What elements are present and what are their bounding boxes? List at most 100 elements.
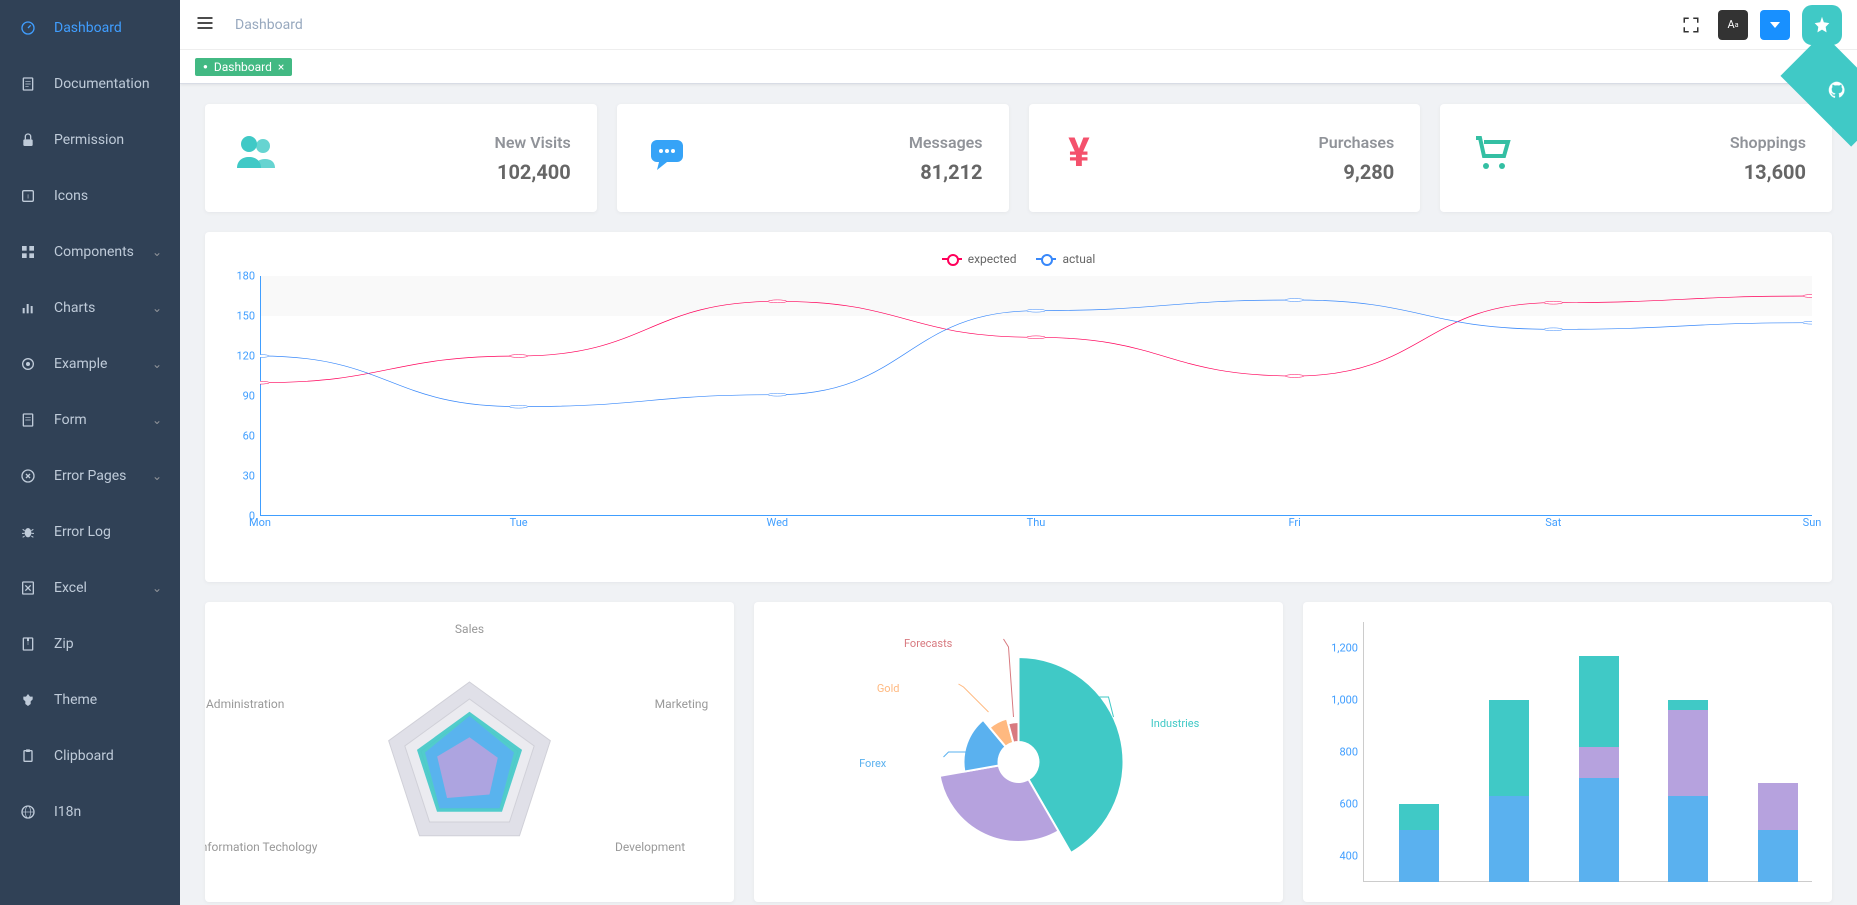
- chevron-down-icon: ⌄: [152, 413, 162, 427]
- stat-label: Shoppings: [1730, 133, 1806, 152]
- grid-icon: [18, 244, 38, 260]
- bar-column: [1399, 804, 1439, 882]
- pie-label: Forex: [859, 757, 886, 770]
- sidebar-item-label: Example: [54, 356, 107, 372]
- bottom-row: SalesMarketingDevelopmentInformation Tec…: [205, 602, 1832, 902]
- font-size-icon[interactable]: Aa: [1718, 10, 1748, 40]
- theme-icon: [18, 692, 38, 708]
- stat-value: 13,600: [1730, 160, 1806, 184]
- pie-label: Gold: [877, 682, 900, 695]
- sidebar-item-label: Icons: [54, 188, 88, 204]
- stat-value: 81,212: [909, 160, 983, 184]
- stat-card-shoppings[interactable]: Shoppings 13,600: [1440, 104, 1832, 212]
- bar-column: [1489, 700, 1529, 882]
- main-content: New Visits 102,400 Messages 81,212 ¥ Purchase…: [180, 84, 1857, 905]
- stats-row: New Visits 102,400 Messages 81,212 ¥ Purchase…: [205, 104, 1832, 212]
- sidebar-item-label: Documentation: [54, 76, 150, 92]
- bar-column: [1579, 656, 1619, 882]
- sidebar-item-label: Permission: [54, 132, 124, 148]
- pie-label: Industries: [1151, 717, 1200, 730]
- sidebar-item-label: I18n: [54, 804, 81, 820]
- radar-chart-panel: SalesMarketingDevelopmentInformation Tec…: [205, 602, 734, 902]
- sidebar-item-theme[interactable]: Theme: [0, 672, 180, 728]
- people-icon: [231, 128, 279, 188]
- sidebar-item-error-pages[interactable]: Error Pages⌄: [0, 448, 180, 504]
- stat-card-purchases[interactable]: ¥ Purchases 9,280: [1029, 104, 1421, 212]
- message-icon: [643, 128, 691, 188]
- x-tick: Wed: [767, 516, 789, 529]
- sidebar-item-label: Form: [54, 412, 87, 428]
- x-tick: Sat: [1545, 516, 1561, 529]
- sidebar-item-label: Excel: [54, 580, 87, 596]
- circle-icon: [18, 356, 38, 372]
- radar-label: Development: [615, 840, 685, 854]
- chevron-down-icon: ⌄: [152, 469, 162, 483]
- sidebar-item-excel[interactable]: Excel ⌄: [0, 560, 180, 616]
- stat-card-new-visits[interactable]: New Visits 102,400: [205, 104, 597, 212]
- 404-icon: [18, 468, 38, 484]
- sidebar-item-charts[interactable]: Charts⌄: [0, 280, 180, 336]
- topbar: Dashboard Aa: [180, 0, 1857, 50]
- tags-bar: Dashboard ×: [180, 50, 1857, 84]
- chevron-down-icon: ⌄: [152, 581, 162, 595]
- chevron-down-icon: ⌄: [152, 357, 162, 371]
- sidebar-item-example[interactable]: Example ⌄: [0, 336, 180, 392]
- y-tick: 30: [225, 470, 255, 483]
- svg-text:¥: ¥: [1068, 129, 1090, 176]
- stat-label: Purchases: [1319, 133, 1395, 152]
- stat-value: 9,280: [1319, 160, 1395, 184]
- legend-item-expected[interactable]: expected: [942, 252, 1017, 266]
- stat-card-messages[interactable]: Messages 81,212: [617, 104, 1009, 212]
- sidebar-item-zip[interactable]: Zip: [0, 616, 180, 672]
- stat-value: 102,400: [495, 160, 571, 184]
- sidebar-item-permission[interactable]: Permission: [0, 112, 180, 168]
- sidebar-item-label: Theme: [54, 692, 97, 708]
- sidebar-item-error-log[interactable]: Error Log: [0, 504, 180, 560]
- sidebar-item-icons[interactable]: i Icons: [0, 168, 180, 224]
- pie-chart-panel: Industries Forex Gold Forecasts: [754, 602, 1283, 902]
- doc-icon: [18, 76, 38, 92]
- pie-label: Forecasts: [904, 637, 952, 650]
- zip-icon: [18, 636, 38, 652]
- sidebar-item-documentation[interactable]: Documentation: [0, 56, 180, 112]
- fullscreen-icon[interactable]: [1676, 10, 1706, 40]
- line-chart-panel: expectedactual 0306090120150180 MonTueWe…: [205, 232, 1832, 582]
- lock-icon: [18, 132, 38, 148]
- line-chart-legend: expected actual: [225, 252, 1812, 266]
- excel-icon: [18, 580, 38, 596]
- tag-dashboard[interactable]: Dashboard ×: [195, 58, 292, 76]
- sidebar-item-form[interactable]: Form ⌄: [0, 392, 180, 448]
- clipboard-icon: [18, 748, 38, 764]
- stat-label: Messages: [909, 133, 983, 152]
- cart-icon: [1466, 128, 1514, 188]
- chevron-down-icon: ⌄: [152, 301, 162, 315]
- sidebar-item-clipboard[interactable]: Clipboard: [0, 728, 180, 784]
- sidebar-item-dashboard[interactable]: Dashboard: [0, 0, 180, 56]
- sidebar-item-components[interactable]: Components ⌄: [0, 224, 180, 280]
- bar-y-tick: 400: [1318, 850, 1358, 863]
- y-tick: 120: [225, 350, 255, 363]
- svg-text:i: i: [27, 193, 29, 201]
- dashboard-icon: [18, 20, 38, 36]
- sidebar-item-label: Zip: [54, 636, 74, 652]
- chart-icon: [18, 300, 38, 316]
- legend-item-actual[interactable]: actual: [1036, 252, 1095, 266]
- bar-y-tick: 1,000: [1318, 694, 1358, 707]
- y-tick: 90: [225, 390, 255, 403]
- stat-label: New Visits: [495, 133, 571, 152]
- close-icon[interactable]: ×: [278, 60, 284, 74]
- y-tick: 60: [225, 430, 255, 443]
- x-tick: Mon: [249, 516, 271, 529]
- sidebar-item-i18n[interactable]: I18n: [0, 784, 180, 840]
- chevron-down-icon: ⌄: [152, 245, 162, 259]
- bar-chart-body: 4006008001,0001,200: [1363, 622, 1812, 882]
- hamburger-icon[interactable]: [195, 13, 215, 37]
- breadcrumb: Dashboard: [235, 17, 303, 33]
- language-dropdown[interactable]: [1760, 10, 1790, 40]
- bar-y-tick: 600: [1318, 798, 1358, 811]
- sidebar-item-label: Components: [54, 244, 134, 260]
- x-tick: Thu: [1027, 516, 1046, 529]
- icons-icon: i: [18, 188, 38, 204]
- radar-label: Administration: [206, 697, 284, 711]
- radar-label: Marketing: [655, 697, 709, 711]
